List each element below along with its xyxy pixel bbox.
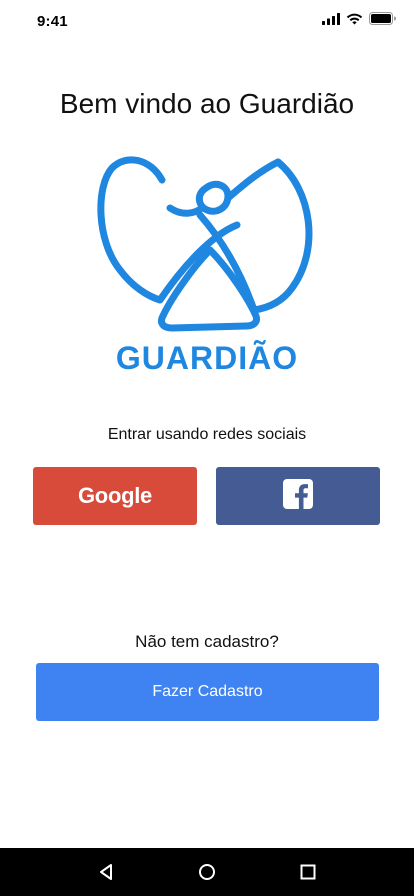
navigation-bar [0,848,414,896]
status-bar: 9:41 [0,0,414,44]
battery-icon [369,12,396,30]
social-buttons: Google [33,467,380,525]
logo-wordmark: GUARDIÃO [115,340,299,376]
cellular-signal-icon [322,12,340,30]
status-time: 9:41 [37,13,68,30]
signup-button[interactable]: Fazer Cadastro [36,663,379,721]
signup-prompt: Não tem cadastro? [135,632,279,651]
facebook-login-button[interactable] [216,467,380,525]
signup-button-label: Fazer Cadastro [152,683,263,700]
social-login-label: Entrar usando redes sociais [107,426,307,443]
guardiao-logo-icon [92,150,322,340]
recents-icon[interactable] [288,852,328,892]
back-icon[interactable] [86,852,126,892]
facebook-icon [283,478,313,514]
google-login-button[interactable]: Google [33,467,197,525]
home-icon[interactable] [187,852,227,892]
google-button-label: Google [78,483,152,508]
welcome-title: Bem vindo ao Guardião [59,88,355,119]
wifi-icon [346,12,363,30]
status-icons [322,12,396,30]
